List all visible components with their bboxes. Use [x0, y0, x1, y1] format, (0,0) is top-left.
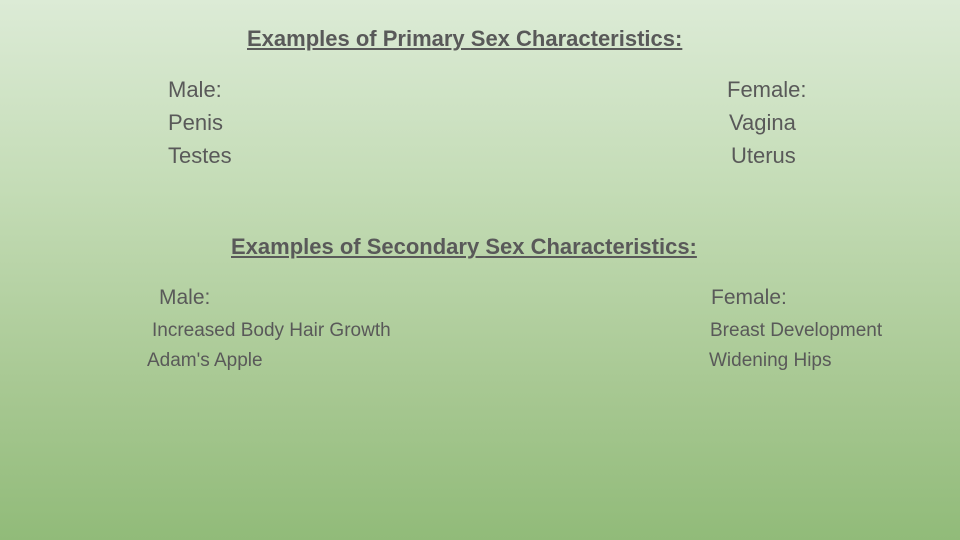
secondary-female-item: Widening Hips — [709, 350, 832, 371]
secondary-female-label: Female: — [711, 286, 787, 309]
secondary-male-label: Male: — [159, 286, 211, 309]
primary-female-item: Uterus — [731, 143, 796, 168]
primary-male-item: Penis — [168, 110, 224, 135]
primary-female-item: Vagina — [729, 110, 796, 135]
primary-female-label: Female: — [727, 77, 807, 102]
secondary-male-item: Adam's Apple — [147, 350, 263, 371]
primary-male-label: Male: — [168, 77, 222, 102]
primary-heading: Examples of Primary Sex Characteristics: — [247, 26, 683, 51]
slide: Examples of Primary Sex Characteristics:… — [0, 0, 960, 540]
secondary-heading: Examples of Secondary Sex Characteristic… — [231, 234, 697, 259]
primary-male-item: Testes — [168, 143, 232, 168]
secondary-female-item: Breast Development — [710, 320, 883, 341]
secondary-male-item: Increased Body Hair Growth — [152, 320, 391, 341]
